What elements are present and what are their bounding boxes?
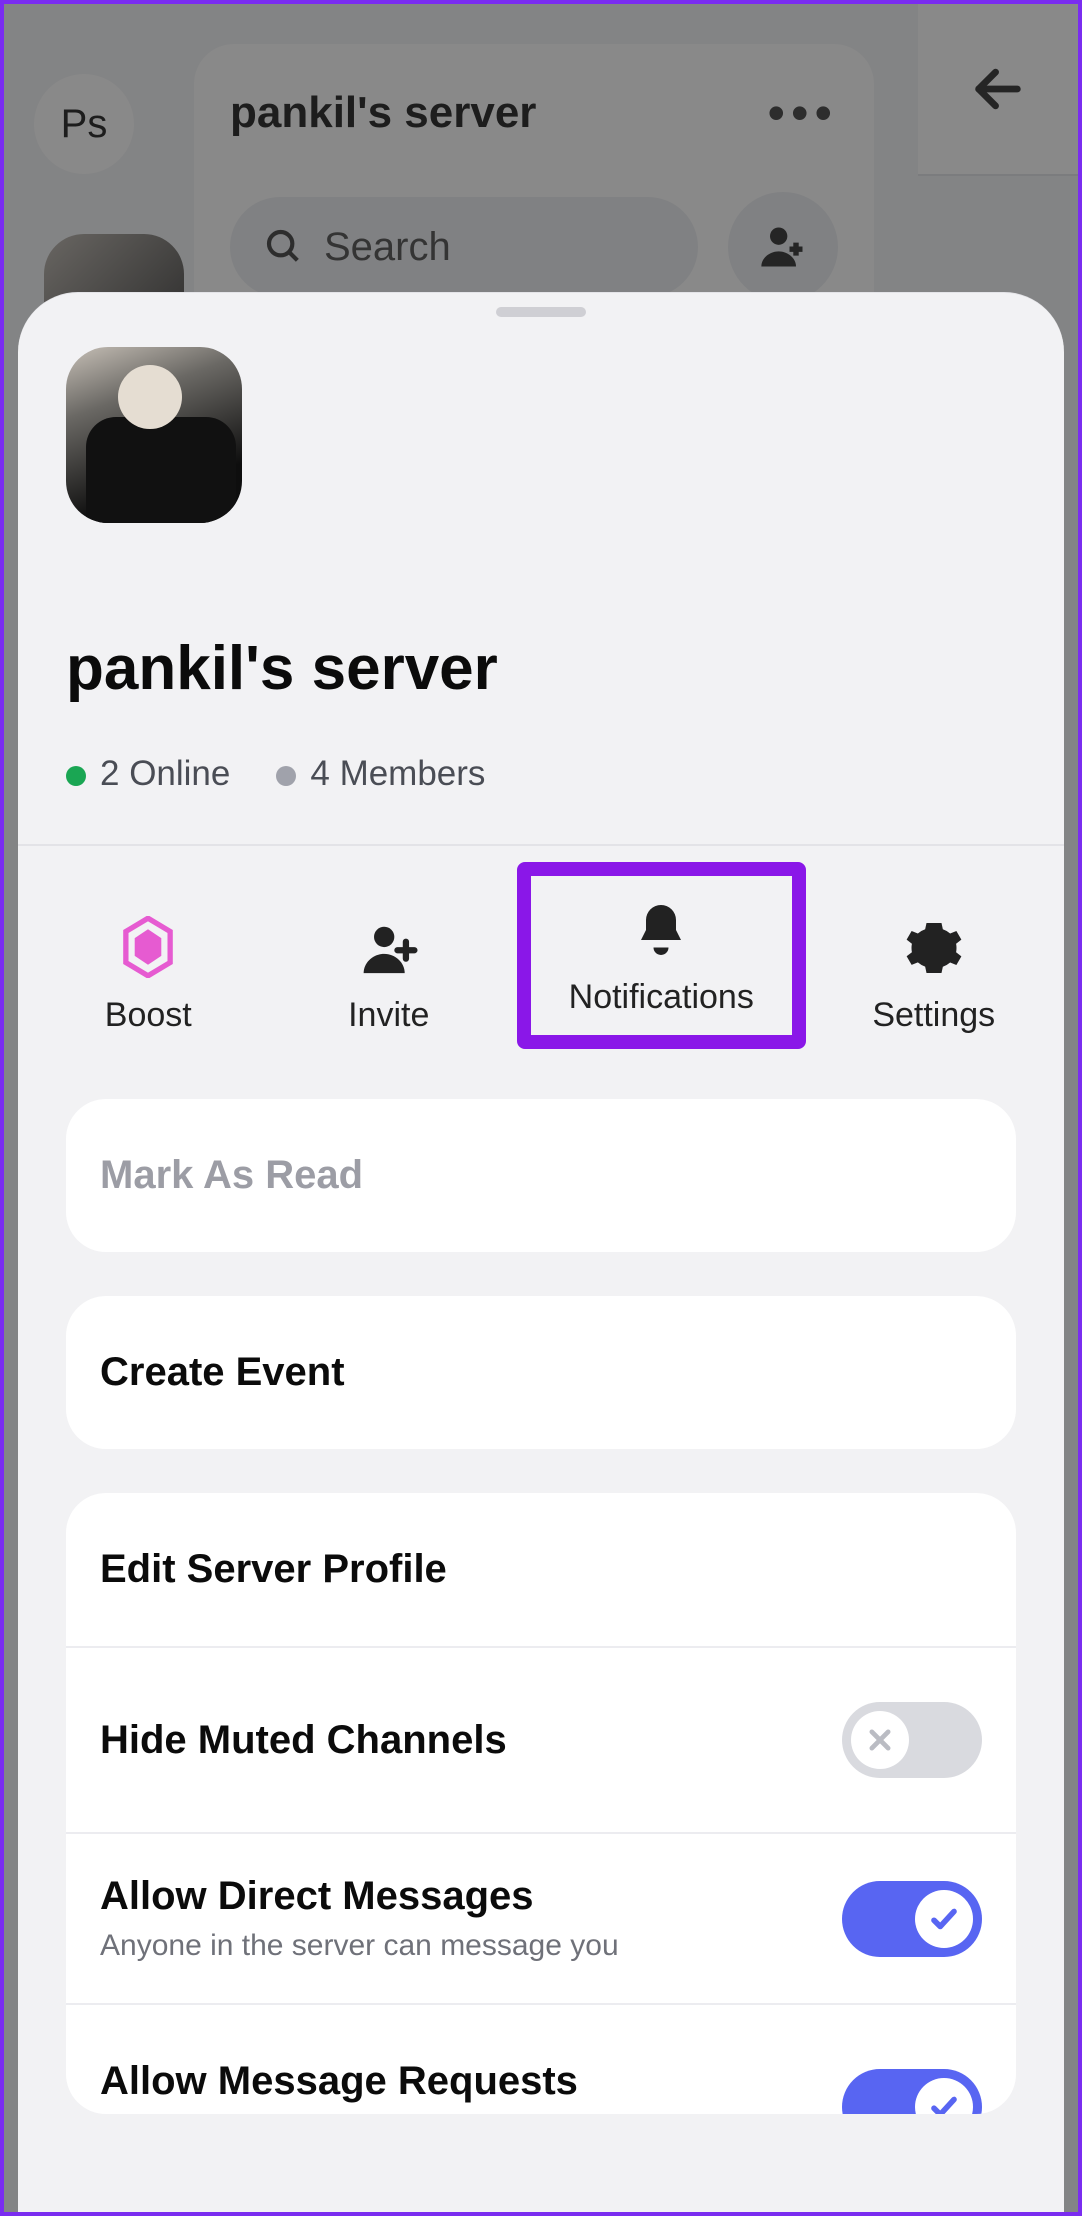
status-row: 2 Online 4 Members [66, 754, 1016, 794]
back-panel[interactable] [918, 4, 1078, 174]
create-event-item[interactable]: Create Event [66, 1296, 1016, 1449]
add-member-button[interactable] [728, 192, 838, 302]
allow-msg-req-label: Allow Message Requests [100, 2059, 578, 2104]
settings-label: Settings [872, 996, 995, 1035]
edit-server-profile-label: Edit Server Profile [100, 1547, 447, 1592]
boost-action[interactable]: Boost [28, 916, 269, 1035]
members-dot-icon [276, 766, 296, 786]
search-placeholder: Search [324, 225, 451, 270]
x-icon [866, 1726, 894, 1754]
server-list-icon-label: Ps [61, 102, 108, 147]
online-count: 2 Online [66, 754, 230, 794]
members-count: 4 Members [276, 754, 485, 794]
sheet-header: pankil's server 2 Online 4 Members [18, 317, 1064, 844]
allow-msg-req-toggle[interactable] [842, 2069, 982, 2115]
boost-icon [120, 916, 176, 978]
search-icon [264, 227, 304, 267]
server-name: pankil's server [66, 633, 1016, 704]
allow-msg-req-item[interactable]: Allow Message Requests [66, 2003, 1016, 2114]
more-icon[interactable]: ••• [767, 84, 838, 142]
invite-icon [359, 920, 419, 978]
bell-icon [631, 900, 691, 960]
action-row: Boost Invite Notifications Settings [18, 846, 1064, 1079]
search-input[interactable]: Search [230, 197, 698, 297]
block-mark-read: Mark As Read [66, 1099, 1016, 1252]
allow-dm-item[interactable]: Allow Direct Messages Anyone in the serv… [66, 1832, 1016, 2003]
hide-muted-label: Hide Muted Channels [100, 1718, 507, 1763]
invite-label: Invite [348, 996, 429, 1035]
gear-icon [904, 918, 964, 978]
server-avatar[interactable] [66, 347, 242, 523]
mark-as-read-label: Mark As Read [100, 1153, 363, 1198]
hide-muted-toggle[interactable] [842, 1702, 982, 1778]
back-arrow-icon [969, 60, 1027, 118]
allow-dm-toggle[interactable] [842, 1881, 982, 1957]
check-icon [929, 1904, 959, 1934]
server-header-title: pankil's server [230, 88, 536, 138]
notifications-label: Notifications [569, 978, 754, 1017]
mark-as-read-item[interactable]: Mark As Read [66, 1099, 1016, 1252]
hide-muted-item[interactable]: Hide Muted Channels [66, 1646, 1016, 1832]
server-menu-sheet: pankil's server 2 Online 4 Members Boost… [18, 292, 1064, 2212]
add-person-icon [757, 221, 809, 273]
settings-action[interactable]: Settings [814, 918, 1055, 1035]
toggle-knob [851, 1711, 909, 1769]
create-event-label: Create Event [100, 1350, 345, 1395]
notifications-action[interactable]: Notifications [517, 862, 806, 1049]
allow-dm-subtitle: Anyone in the server can message you [100, 1929, 619, 1963]
allow-dm-label: Allow Direct Messages [100, 1874, 619, 1919]
online-dot-icon [66, 766, 86, 786]
block-server-settings: Edit Server Profile Hide Muted Channels … [66, 1493, 1016, 2114]
boost-label: Boost [105, 996, 192, 1035]
block-create-event: Create Event [66, 1296, 1016, 1449]
edit-server-profile-item[interactable]: Edit Server Profile [66, 1493, 1016, 1646]
check-icon [929, 2092, 959, 2115]
toggle-knob [915, 1890, 973, 1948]
server-list-icon[interactable]: Ps [34, 74, 134, 174]
invite-action[interactable]: Invite [269, 920, 510, 1035]
toggle-knob [915, 2078, 973, 2115]
sheet-grabber[interactable] [496, 307, 586, 317]
